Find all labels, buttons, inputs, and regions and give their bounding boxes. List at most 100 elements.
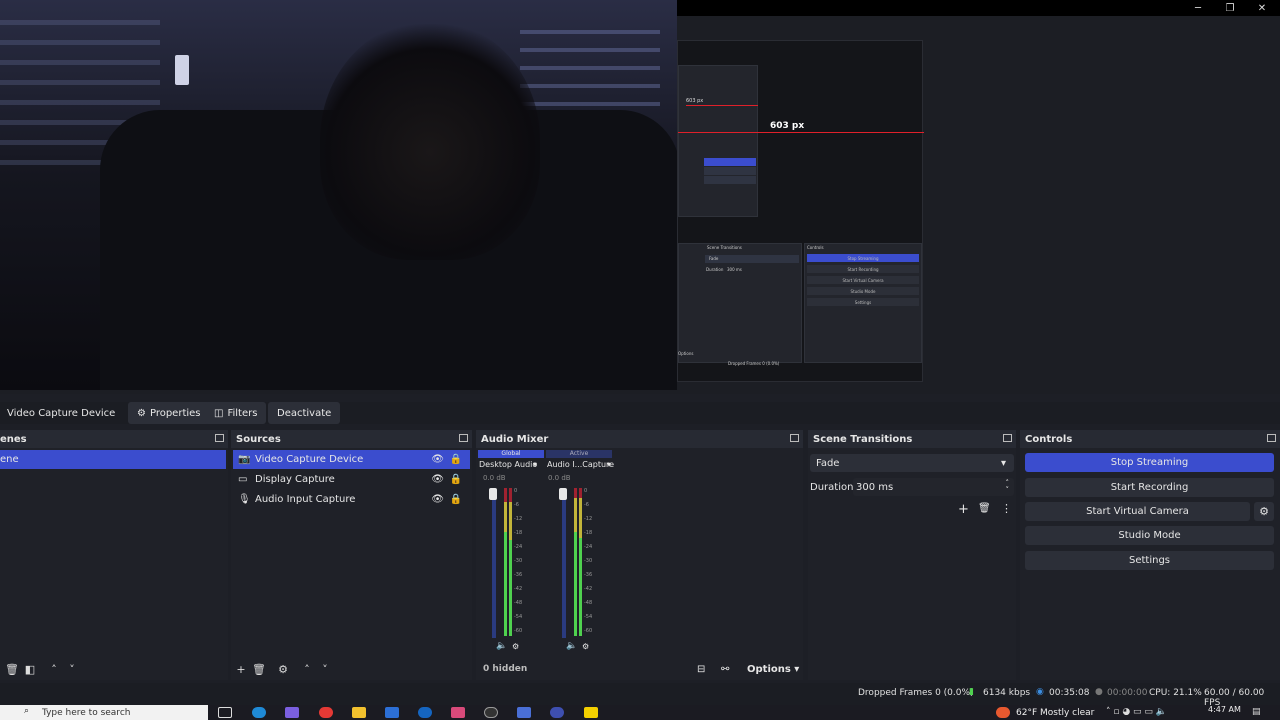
taskbar-search[interactable]: ⌕ Type here to search	[0, 705, 208, 720]
undock-icon[interactable]	[790, 434, 799, 442]
clock[interactable]: 4:47 AM	[1208, 705, 1241, 714]
virtual-camera-settings-icon[interactable]: ⚙	[1254, 502, 1274, 521]
app-icon[interactable]	[451, 707, 465, 718]
search-placeholder: Type here to search	[42, 708, 131, 718]
tray-icons[interactable]: ˄ ▫ ◕ ▭ ▭ 🔈	[1106, 707, 1167, 717]
source-label: Display Capture	[255, 474, 335, 485]
lock-icon[interactable]: 🔒	[450, 474, 462, 485]
nested-fade: Fade	[709, 256, 719, 261]
arrow-up-icon[interactable]: ˄	[45, 663, 63, 676]
undock-icon[interactable]	[1267, 434, 1276, 442]
close-button[interactable]: ✕	[1246, 0, 1278, 16]
nested-ms: 300 ms	[727, 267, 742, 272]
chrome-icon[interactable]	[319, 707, 333, 718]
meter-scale-2: 0 -6 -12 -18 -24 -30 -36 -42 -48 -54 -60	[584, 488, 593, 634]
start-virtual-camera-button[interactable]: Start Virtual Camera	[1025, 502, 1250, 521]
signal-icon: ▮	[969, 687, 974, 697]
stop-streaming-button[interactable]: Stop Streaming	[1025, 453, 1274, 472]
start-recording-button[interactable]: Start Recording	[1025, 478, 1274, 497]
volume-handle[interactable]	[559, 488, 567, 500]
filter-icon[interactable]: ◧	[21, 663, 39, 676]
minimize-button[interactable]: ─	[1182, 0, 1214, 16]
settings-icon[interactable]: ⚙	[582, 642, 589, 651]
eye-icon[interactable]: 👁	[431, 454, 444, 465]
nested-btn: Start Virtual Camera	[807, 276, 919, 284]
nested-controls: Controls	[807, 245, 824, 250]
eye-icon[interactable]: 👁	[431, 494, 444, 505]
spinner-icon[interactable]: ˄ ˅	[1006, 480, 1010, 494]
undock-icon[interactable]	[215, 434, 224, 442]
arrow-up-icon[interactable]: ˄	[298, 663, 316, 676]
volume-slider[interactable]	[562, 492, 566, 638]
channel-name: Desktop Audio	[479, 460, 538, 469]
file-explorer-icon[interactable]	[352, 707, 366, 718]
plus-icon[interactable]: +	[232, 663, 250, 676]
scene-item[interactable]: ene	[0, 450, 226, 469]
speaker-icon[interactable]: 🔈	[496, 641, 507, 651]
source-item-display-capture[interactable]: ▭ Display Capture 👁 🔒	[233, 470, 470, 489]
arrow-down-icon[interactable]: ˅	[316, 663, 334, 676]
undock-icon[interactable]	[459, 434, 468, 442]
volume-slider[interactable]	[492, 492, 496, 638]
copilot-icon[interactable]	[285, 707, 299, 718]
scenes-footer: 🗑 ◧ ˄ ˅	[0, 658, 228, 680]
selected-source-name: Video Capture Device	[7, 407, 116, 419]
more-vertical-icon[interactable]: ⋮	[1001, 502, 1012, 515]
chevron-down-icon[interactable]: ▾	[533, 460, 537, 469]
eye-icon[interactable]: 👁	[431, 474, 444, 485]
store-icon[interactable]	[385, 707, 399, 718]
deactivate-button[interactable]: Deactivate	[268, 402, 341, 424]
obs-icon[interactable]	[484, 707, 498, 718]
duration-label: Duration	[810, 482, 854, 493]
arrow-down-icon[interactable]: ˅	[63, 663, 81, 676]
app-icon[interactable]	[517, 707, 531, 718]
webcam-feed	[0, 0, 677, 390]
source-item-audio-input[interactable]: 🎙 Audio Input Capture 👁 🔒	[233, 490, 470, 509]
sources-dock: Sources 📷 Video Capture Device 👁 🔒 ▭ Dis…	[231, 430, 472, 680]
nested-scene-transitions: Scene Transitions	[707, 245, 742, 250]
nested-btn: Start Recording	[807, 265, 919, 273]
filters-label: Filters	[227, 407, 258, 419]
maximize-button[interactable]: ❐	[1214, 0, 1246, 16]
app-icon[interactable]	[418, 707, 432, 718]
trash-icon[interactable]: 🗑	[978, 503, 991, 514]
source-label: Audio Input Capture	[255, 494, 356, 505]
link-icon[interactable]: ⚯	[721, 664, 729, 675]
audio-mixer-title: Audio Mixer	[476, 430, 803, 448]
gear-icon[interactable]: ⚙	[274, 663, 292, 676]
settings-button[interactable]: Settings	[1025, 551, 1274, 570]
dropped-frames: Dropped Frames 0 (0.0%)	[858, 688, 974, 698]
notification-icon[interactable]: ▤	[1252, 707, 1261, 717]
app-icon[interactable]	[584, 707, 598, 718]
search-icon: ⌕	[24, 706, 30, 716]
lock-icon[interactable]: 🔒	[450, 494, 462, 505]
edge-icon[interactable]	[252, 707, 266, 718]
trash-icon[interactable]: 🗑	[3, 663, 21, 676]
layout-icon[interactable]: ⊟	[697, 664, 705, 675]
scenes-dock: enes ene 🗑 ◧ ˄ ˅	[0, 430, 228, 680]
nested-duration: Duration	[706, 267, 724, 272]
chevron-down-icon[interactable]: ▾	[607, 460, 611, 469]
app-icon[interactable]	[550, 707, 564, 718]
mixer-options-button[interactable]: Options ▾	[747, 664, 799, 675]
filters-button[interactable]: ◫ Filters	[205, 402, 267, 424]
task-view-icon[interactable]	[218, 707, 232, 718]
volume-handle[interactable]	[489, 488, 497, 500]
lock-icon[interactable]: 🔒	[450, 454, 462, 465]
source-item-video-capture[interactable]: 📷 Video Capture Device 👁 🔒	[233, 450, 470, 469]
transition-select[interactable]: Fade ▾	[810, 454, 1014, 472]
undock-icon[interactable]	[1003, 434, 1012, 442]
weather-text[interactable]: 62°F Mostly clear	[1016, 708, 1094, 718]
hidden-count: 0 hidden	[483, 664, 528, 674]
duration-input[interactable]: 300 ms ˄ ˅	[853, 478, 1014, 496]
trash-icon[interactable]: 🗑	[250, 663, 268, 676]
scene-transitions-dock: Scene Transitions Fade ▾ Duration 300 ms…	[808, 430, 1016, 680]
studio-mode-button[interactable]: Studio Mode	[1025, 526, 1274, 545]
settings-icon[interactable]: ⚙	[512, 642, 519, 651]
duration-value: 300 ms	[856, 481, 894, 493]
channel-name: Audio I...Capture	[547, 460, 615, 469]
speaker-icon[interactable]: 🔈	[566, 641, 577, 651]
properties-button[interactable]: ⚙ Properties	[128, 402, 210, 424]
weather-icon[interactable]	[996, 707, 1010, 718]
plus-icon[interactable]: +	[958, 502, 969, 517]
